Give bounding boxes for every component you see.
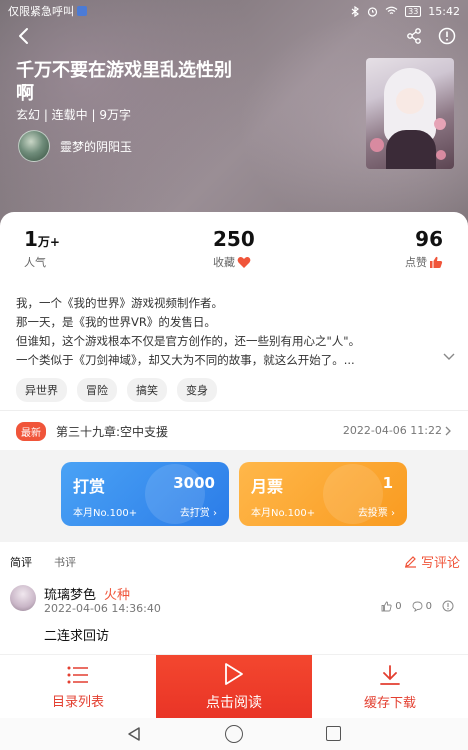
comment-like-count: 0 xyxy=(395,600,402,612)
description-line: 那一天，是《我的世界VR》的发售日。 xyxy=(16,315,216,329)
comment-reply-count: 0 xyxy=(425,600,432,612)
book-info-card: 1万+ 人气 250 收藏 96 点赞 我，一个《我的世界》游戏视频制作者。 那… xyxy=(0,212,468,438)
alarm-icon xyxy=(368,6,378,17)
book-meta: 玄幻 | 连载中 | 9万字 xyxy=(16,108,131,122)
tip-rank: 本月No.100+ xyxy=(73,508,138,519)
wifi-icon xyxy=(385,6,398,14)
info-icon[interactable] xyxy=(437,26,457,46)
book-cover[interactable] xyxy=(366,58,454,169)
book-description[interactable]: 我，一个《我的世界》游戏视频制作者。 那一天，是《我的世界VR》的发售日。 但谁… xyxy=(16,294,446,370)
favorites-label: 收藏 xyxy=(213,256,235,269)
system-nav-bar xyxy=(0,718,468,750)
chevron-down-icon[interactable] xyxy=(442,352,456,362)
tag-list: 异世界 冒险 搞笑 变身 xyxy=(16,378,217,402)
write-comment-label: 写评论 xyxy=(420,556,460,571)
popularity-unit: 万+ xyxy=(37,235,60,249)
likes-stat[interactable]: 96 点赞 xyxy=(405,227,443,270)
chevron-right-icon xyxy=(445,426,451,436)
nav-back-icon[interactable] xyxy=(126,726,142,742)
description-line: 但谁知，这个游戏根本不仅是官方创作的，还一些别有用心之"人"。 xyxy=(16,334,361,348)
tag-chip[interactable]: 冒险 xyxy=(77,378,117,402)
battery-indicator: 33 xyxy=(405,5,422,17)
comment-text: 二连求回访 xyxy=(44,629,110,644)
read-label: 点击阅读 xyxy=(206,695,262,711)
rewards-section: 打赏 3000 本月No.100+ 去打赏 › 月票 1 本月No.100+ 去… xyxy=(0,450,468,540)
status-bar: 仅限紧急呼叫 33 15:42 xyxy=(0,0,468,22)
author-name[interactable]: 靈梦的阴阳玉 xyxy=(60,138,132,155)
likes-label: 点赞 xyxy=(405,256,427,269)
comment-avatar[interactable] xyxy=(10,585,36,611)
download-button[interactable]: 缓存下载 xyxy=(312,655,468,719)
comment-time: 2022-04-06 14:36:40 xyxy=(44,602,161,615)
more-icon[interactable] xyxy=(442,600,454,612)
carrier-text: 仅限紧急呼叫 xyxy=(8,5,74,18)
tip-action-button[interactable]: 去打赏 › xyxy=(180,504,217,519)
tip-title: 打赏 xyxy=(73,477,106,496)
reply-icon xyxy=(412,601,423,612)
latest-chapter-row[interactable]: 最新 第三十九章:空中支援 2022-04-06 11:22 xyxy=(0,410,468,450)
favorites-value: 250 xyxy=(213,227,255,251)
ticket-title: 月票 xyxy=(251,477,284,496)
latest-badge: 最新 xyxy=(16,422,46,441)
description-line: 一个类似于《刀剑神域》，却又大为不同的故事，就这么开始了。... xyxy=(16,353,355,367)
tip-card[interactable]: 打赏 3000 本月No.100+ 去打赏 › xyxy=(61,462,229,526)
notification-icon xyxy=(77,6,87,16)
pencil-icon xyxy=(404,556,416,568)
comment-actions: 0 0 xyxy=(381,600,454,612)
comment-reply-button[interactable]: 0 xyxy=(412,601,432,612)
ticket-rank: 本月No.100+ xyxy=(251,508,316,519)
ticket-value: 1 xyxy=(382,474,393,492)
like-icon xyxy=(381,601,392,611)
tip-value: 3000 xyxy=(173,474,215,492)
download-icon xyxy=(380,664,400,685)
likes-value: 96 xyxy=(415,227,443,251)
popularity-value: 1 xyxy=(24,227,38,251)
tag-chip[interactable]: 异世界 xyxy=(16,378,67,402)
popularity-stat: 1万+ 人气 xyxy=(24,227,60,270)
tag-chip[interactable]: 变身 xyxy=(177,378,217,402)
download-label: 缓存下载 xyxy=(363,695,416,711)
book-title: 千万不要在游戏里乱选性别啊 xyxy=(16,60,232,104)
toc-button[interactable]: 目录列表 xyxy=(0,655,156,719)
comment-username[interactable]: 琉璃梦色 xyxy=(44,584,96,603)
comment-user: 琉璃梦色 火种 xyxy=(44,584,130,603)
nav-recent-apps-icon[interactable] xyxy=(326,726,341,741)
top-bar xyxy=(0,24,468,48)
favorites-stat[interactable]: 250 收藏 xyxy=(213,227,255,270)
share-icon[interactable] xyxy=(404,26,424,46)
ticket-card[interactable]: 月票 1 本月No.100+ 去投票 › xyxy=(239,462,407,526)
write-comment-button[interactable]: 写评论 xyxy=(404,552,460,571)
toc-label: 目录列表 xyxy=(51,694,104,710)
clock: 15:42 xyxy=(428,4,460,18)
comment-user-level: 火种 xyxy=(104,588,131,603)
author-row[interactable]: 靈梦的阴阳玉 xyxy=(18,130,132,162)
comment-tabs: 简评 书评 xyxy=(10,554,76,570)
description-line: 我，一个《我的世界》游戏视频制作者。 xyxy=(16,296,223,310)
author-avatar[interactable] xyxy=(18,130,50,162)
back-icon[interactable] xyxy=(14,26,34,46)
thumb-up-icon[interactable] xyxy=(429,256,443,269)
tab-book-review[interactable]: 书评 xyxy=(54,554,76,570)
tab-brief-review[interactable]: 简评 xyxy=(10,554,32,570)
popularity-label: 人气 xyxy=(24,256,46,269)
nav-home-icon[interactable] xyxy=(225,725,243,743)
bluetooth-icon xyxy=(351,5,360,17)
tag-chip[interactable]: 搞笑 xyxy=(127,378,167,402)
vote-action-button[interactable]: 去投票 › xyxy=(358,504,395,519)
bottom-action-bar: 目录列表 点击阅读 缓存下载 xyxy=(0,654,468,719)
heart-icon[interactable] xyxy=(237,256,251,269)
latest-chapter-title[interactable]: 第三十九章:空中支援 xyxy=(56,423,168,440)
list-icon xyxy=(67,666,88,683)
play-icon xyxy=(225,663,243,685)
comment-like-button[interactable]: 0 xyxy=(381,600,402,612)
read-button[interactable]: 点击阅读 xyxy=(156,655,312,719)
latest-chapter-date: 2022-04-06 11:22 xyxy=(342,424,442,437)
comments-section: 简评 书评 写评论 琉璃梦色 火种 2022-04-06 14:36:40 二连… xyxy=(0,542,468,654)
